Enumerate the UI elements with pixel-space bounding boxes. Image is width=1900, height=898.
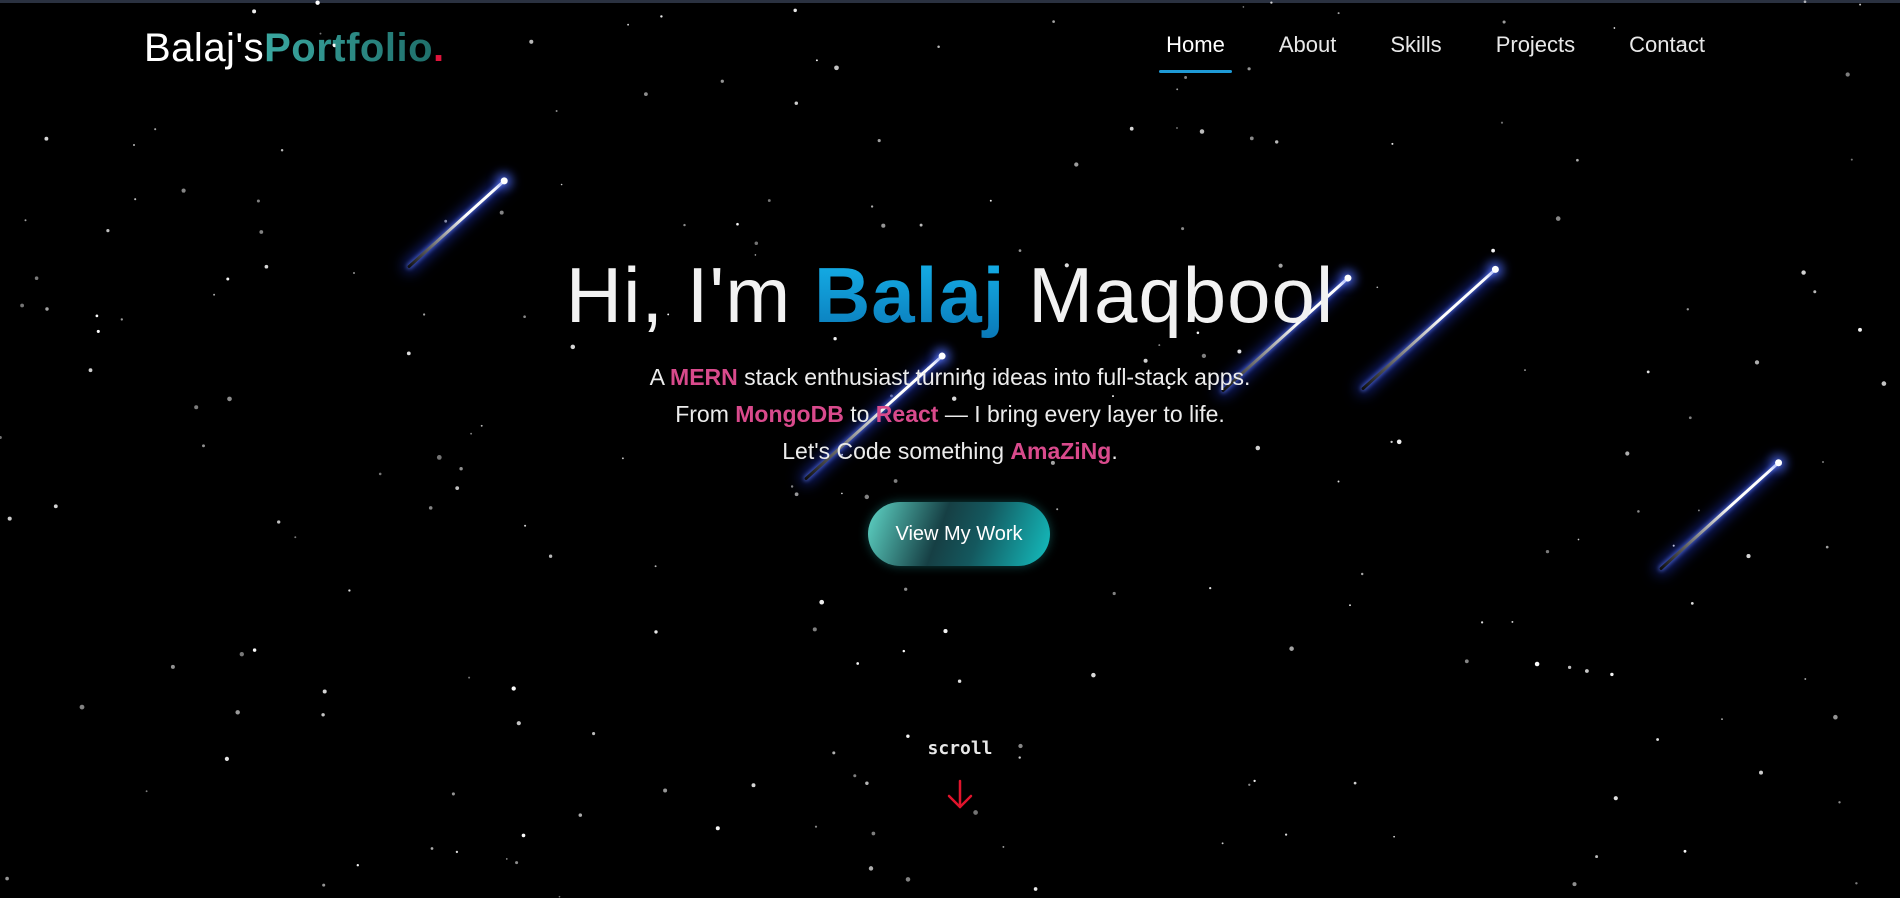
tagline-text: Let's Code something <box>782 438 1004 464</box>
logo-dot: . <box>433 26 445 70</box>
scroll-label: scroll <box>927 738 993 759</box>
tagline-text: From <box>675 401 729 427</box>
tagline-text: stack enthusiast turning ideas into full… <box>744 364 1251 390</box>
tagline-text: to <box>850 401 870 427</box>
nav-projects[interactable]: Projects <box>1469 32 1602 58</box>
arrow-down-icon[interactable] <box>945 778 975 812</box>
view-my-work-button[interactable]: View My Work <box>868 502 1050 566</box>
logo-prefix: Balaj's <box>144 26 265 70</box>
tagline-highlight: MERN <box>670 364 738 390</box>
tagline-text: — I bring every layer to life. <box>944 401 1225 427</box>
site-header: Balaj'sPortfolio. Home About Skills Proj… <box>0 0 1900 90</box>
tagline-highlight: React <box>875 401 939 427</box>
tagline-line-1: A MERN stack enthusiast turning ideas in… <box>0 359 1900 396</box>
hero-last-name: Maqbool <box>1028 251 1335 339</box>
nav-about[interactable]: About <box>1252 32 1364 58</box>
nav-home[interactable]: Home <box>1139 32 1252 73</box>
hero-section: Hi, I'm Balaj Maqbool A MERN stack enthu… <box>0 250 1900 470</box>
tagline-line-3: Let's Code something AmaZiNg. <box>0 433 1900 470</box>
logo-accent: Portfolio <box>264 26 434 70</box>
hero-greeting: Hi, I'm <box>565 251 792 339</box>
tagline-text: A <box>649 364 664 390</box>
hero-tagline: A MERN stack enthusiast turning ideas in… <box>0 359 1900 470</box>
hero-first-name: Balaj <box>813 251 1006 339</box>
main-nav: Home About Skills Projects Contact <box>1139 32 1732 73</box>
tagline-highlight: MongoDB <box>735 401 844 427</box>
tagline-text: . <box>1111 438 1118 464</box>
tagline-highlight: AmaZiNg <box>1010 438 1112 464</box>
nav-contact[interactable]: Contact <box>1602 32 1732 58</box>
site-logo[interactable]: Balaj'sPortfolio. <box>144 26 445 71</box>
hero-title: Hi, I'm Balaj Maqbool <box>0 250 1900 341</box>
tagline-line-2: From MongoDB to React — I bring every la… <box>0 396 1900 433</box>
nav-skills[interactable]: Skills <box>1363 32 1468 58</box>
